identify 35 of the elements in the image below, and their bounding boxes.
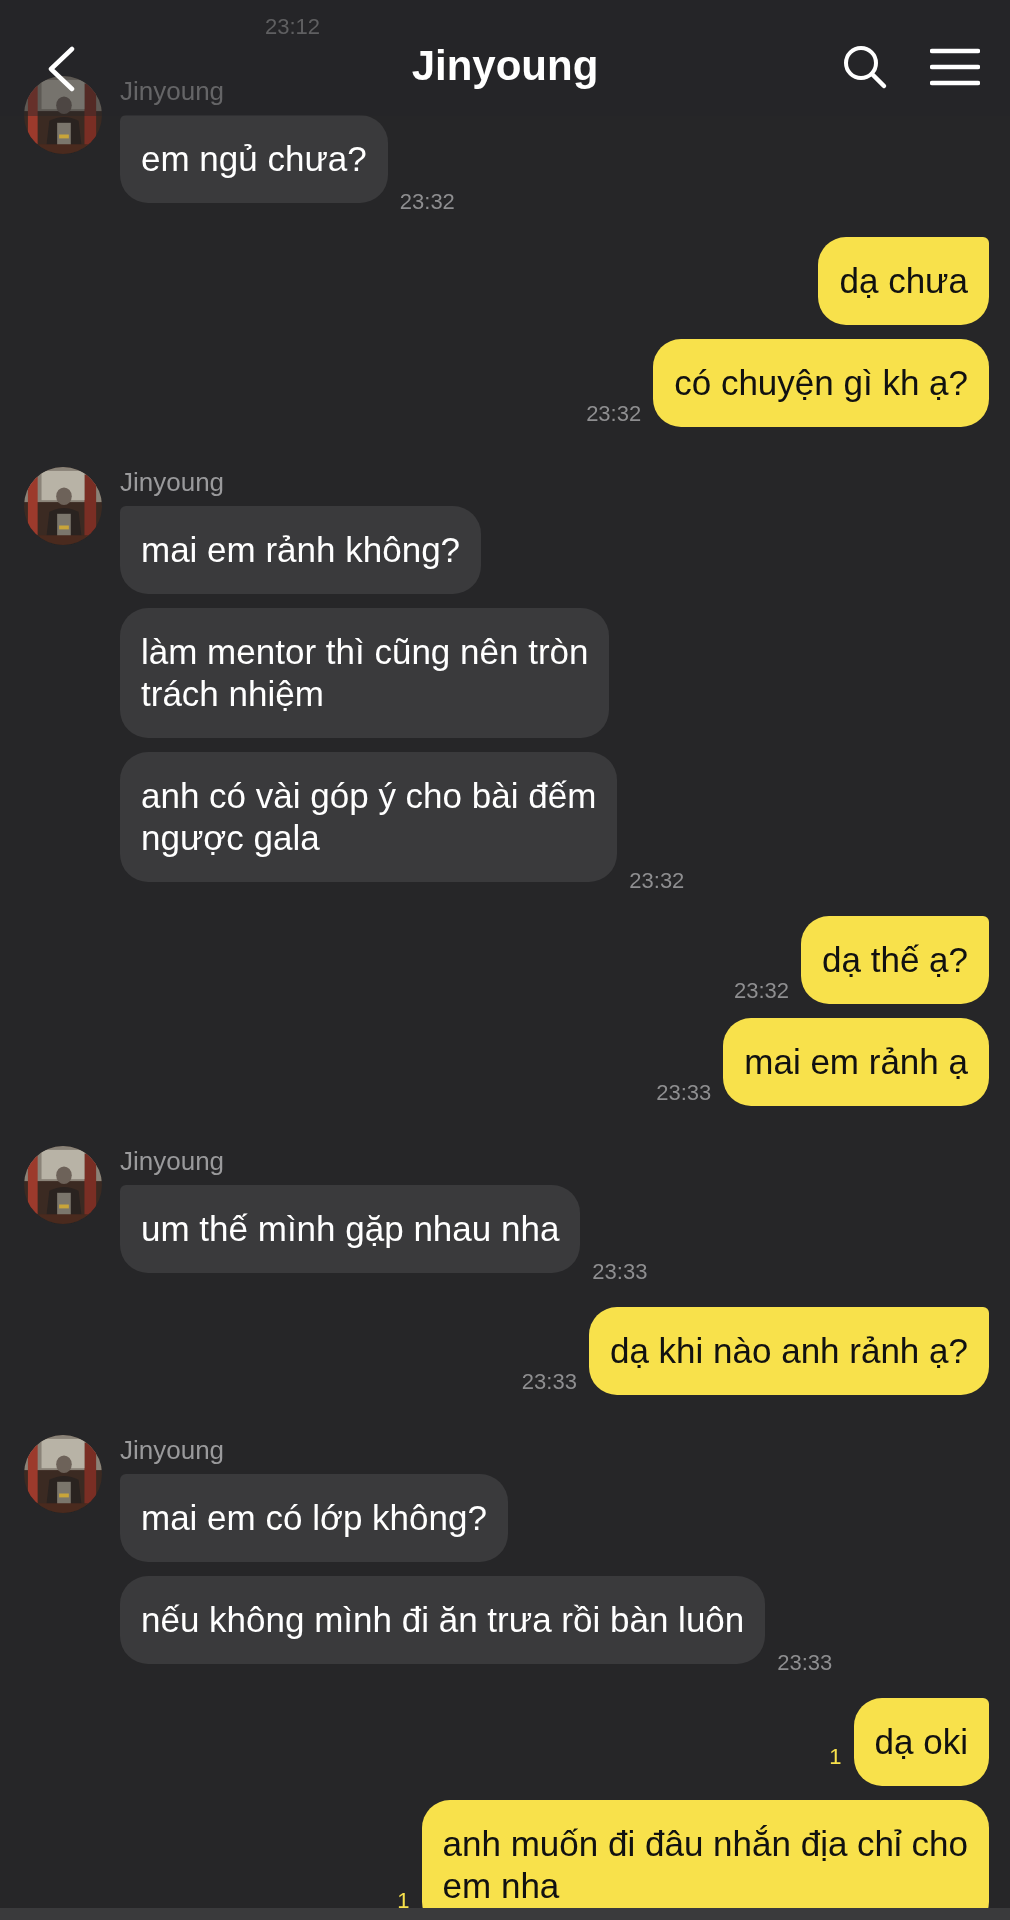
message-bubble: có chuyện gì kh ạ? [653,339,989,427]
message-time: 23:33 [656,1080,712,1106]
message-bubble: dạ oki [853,1698,989,1786]
message-time: 23:33 [777,1650,833,1676]
message-bubble: dạ thế ạ? [801,916,989,1004]
chevron-left-icon [46,46,76,92]
message-bubble: mai em có lớp không? [120,1474,508,1562]
menu-icon [930,47,980,87]
message-bubble: em ngủ chưa? [120,115,388,203]
search-button[interactable] [842,44,888,90]
message-bubble: dạ khi nào anh rảnh ạ? [588,1307,989,1395]
message-time: 23:32 [733,978,790,1004]
message-bubble: mai em rảnh không? [120,506,482,594]
message-bubble: um thế mình gặp nhau nha [120,1185,581,1273]
sender-name: Jinyoung [120,467,226,498]
message-time: 23:33 [521,1369,577,1395]
back-button[interactable] [46,46,76,92]
message-time: 23:32 [629,868,685,894]
message-bubble: nếu không mình đi ăn trưa rồi bàn luôn [120,1576,766,1664]
unread-count: 1 [397,1888,410,1914]
sender-name: Jinyoung [120,1435,226,1466]
message-time: 23:33 [592,1259,648,1285]
menu-button[interactable] [930,47,980,87]
message-bubble: mai em rảnh ạ [723,1018,989,1106]
search-icon [842,44,888,90]
message-time: 23:32 [586,401,642,427]
message-bubble: anh có vài góp ý cho bài đếm ngược gala [120,752,618,882]
chat-title: Jinyoung [411,42,599,90]
sender-name: Jinyoung [120,1146,226,1177]
unread-count: 1 [829,1744,842,1770]
message-bubble: dạ chưa [818,237,989,325]
message-time: 23:32 [399,189,455,215]
message-bubble: làm mentor thì cũng nên tròn trách nhiệm [120,608,610,738]
sender-name: Jinyoung [120,76,226,107]
message-time: 23:12 [265,14,322,40]
